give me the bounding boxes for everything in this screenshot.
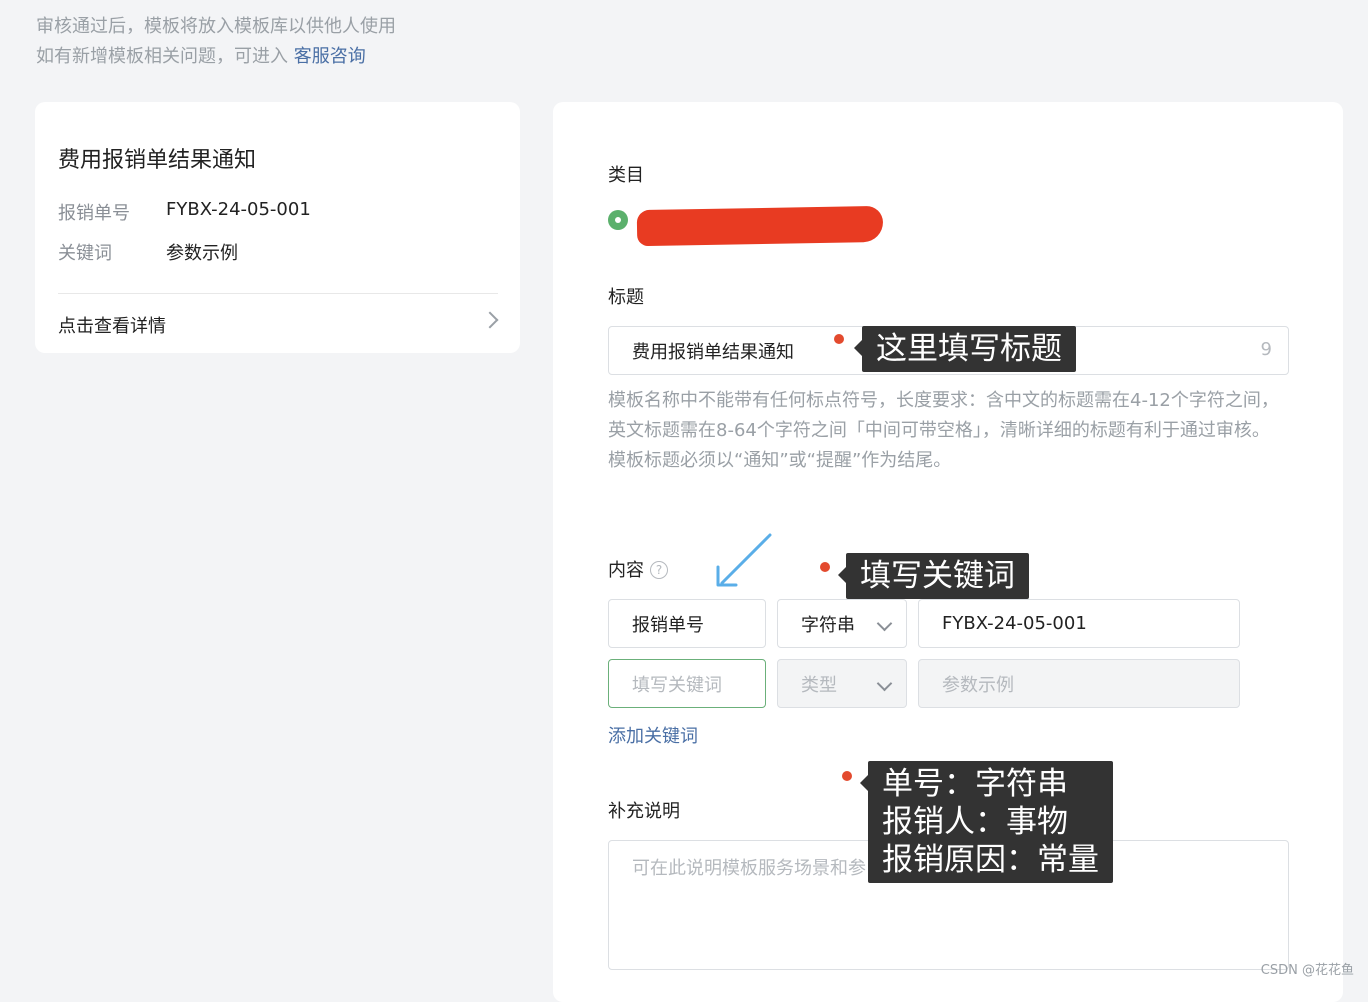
preview-field-key: 关键词 [58,243,112,264]
title-help-text: 模板名称中不能带有任何标点符号，长度要求：含中文的标题需在4-12个字符之间，英… [608,390,1279,441]
keyword-name-input[interactable]: 报销单号 [608,599,766,648]
template-preview-card: 费用报销单结果通知 报销单号 FYBX-24-05-001 关键词 参数示例 点… [35,102,520,353]
annotation-dot [834,334,844,344]
keyword-name-value: 报销单号 [632,614,704,636]
add-keyword-link[interactable]: 添加关键词 [608,722,698,748]
supplement-placeholder: 可在此说明模板服务场景和参 [632,858,866,879]
title-input-value: 费用报销单结果通知 [632,341,794,363]
notice-support: 如有新增模板相关问题，可进入 客服咨询 [36,42,366,68]
chevron-down-icon [876,615,893,632]
new-keyword-example-placeholder: 参数示例 [942,674,1014,696]
annotation-dot [842,771,852,781]
content-label: 内容? [608,556,668,582]
preview-field-key: 报销单号 [58,203,130,224]
customer-service-link[interactable]: 客服咨询 [294,46,366,67]
title-help-text: 模板标题必须以“通知”或“提醒”作为结尾。 [608,450,952,471]
new-keyword-name-input[interactable]: 填写关键词 [608,659,766,708]
annotation-arrow-icon [716,533,772,587]
chevron-right-icon[interactable] [481,311,499,329]
preview-divider [58,293,498,294]
title-char-count: 9 [1260,339,1272,360]
category-radio-icon[interactable] [608,210,628,230]
keyword-type-select[interactable]: 字符串 [777,599,907,648]
new-keyword-example-input[interactable]: 参数示例 [918,659,1240,708]
type-annotation-tooltip: 单号：字符串 报销人：事物 报销原因：常量 [860,761,1113,883]
keyword-example-value: FYBX-24-05-001 [942,613,1087,634]
title-label: 标题 [608,287,644,308]
category-label: 类目 [608,165,644,186]
new-keyword-type-select[interactable]: 类型 [777,659,907,708]
content-label-text: 内容 [608,560,644,581]
new-keyword-type-placeholder: 类型 [801,674,837,696]
notice-support-text: 如有新增模板相关问题，可进入 [36,46,288,67]
keyword-example-input[interactable]: FYBX-24-05-001 [918,599,1240,648]
preview-field-value: FYBX-24-05-001 [166,199,311,220]
redaction-mark [636,205,884,247]
help-circle-icon[interactable]: ? [650,561,668,579]
preview-title: 费用报销单结果通知 [58,148,257,173]
supplement-label: 补充说明 [608,801,680,822]
title-help: 模板名称中不能带有任何标点符号，长度要求：含中文的标题需在4-12个字符之间，英… [608,386,1288,476]
annotation-dot [820,562,830,572]
chevron-down-icon [876,675,893,692]
preview-field-value: 参数示例 [166,243,238,264]
keyword-type-value: 字符串 [801,614,855,636]
new-keyword-name-placeholder: 填写关键词 [632,674,722,696]
view-details-link[interactable]: 点击查看详情 [58,312,166,338]
keyword-annotation-tooltip: 填写关键词 [838,553,1029,599]
title-annotation-tooltip: 这里填写标题 [854,326,1076,372]
watermark: CSDN @花花鱼 [1260,963,1354,978]
notice-approval: 审核通过后，模板将放入模板库以供他人使用 [36,16,396,37]
